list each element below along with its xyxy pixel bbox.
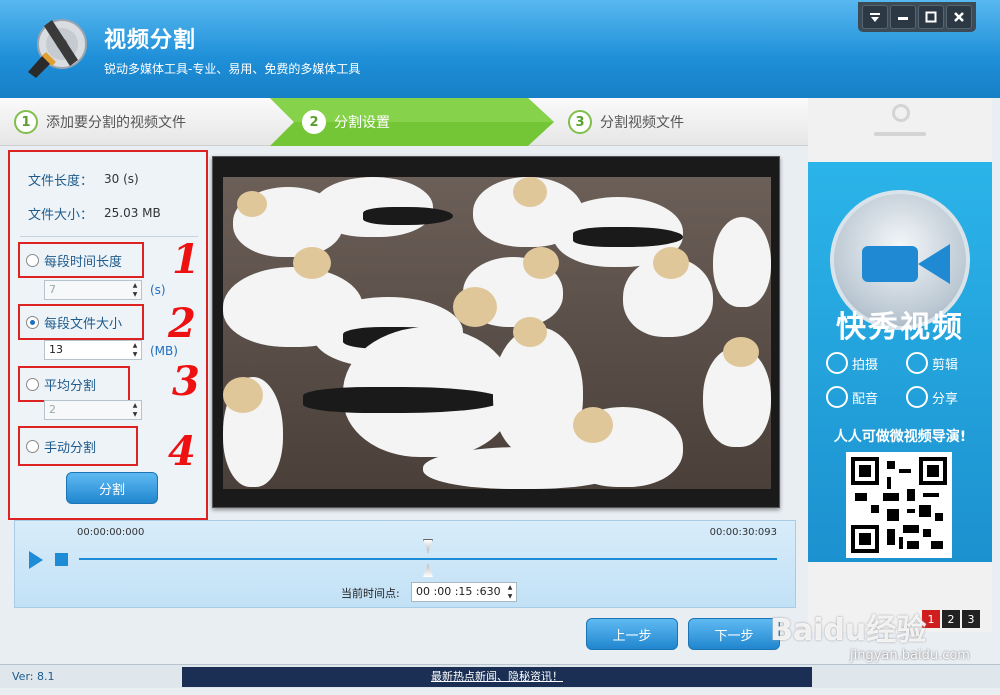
step-label: 分割视频文件 [600,115,684,131]
steps-bar: 1 添加要分割的视频文件 2 分割设置 3 分割视频文件 [0,98,808,146]
camera-icon [826,352,848,374]
radio-even-split[interactable]: 平均分割 [18,366,130,402]
radio-manual-split[interactable]: 手动分割 [18,426,138,466]
qr-code-icon [846,452,952,558]
step-number: 2 [302,110,326,134]
annotation-number: 4 [168,428,196,475]
file-size-stepper[interactable]: 13 ▲ ▼ [44,340,142,360]
news-link[interactable]: 最新热点新闻、隐秘资讯！ [182,667,812,687]
split-button[interactable]: 分割 [66,472,158,504]
ad-pagination: 1 2 3 [922,610,980,628]
even-split-stepper[interactable]: 2 ▲ ▼ [44,400,142,420]
annotation-number: 2 [168,300,196,347]
radio-icon [26,439,39,453]
current-time-label: 当前时间点: [341,587,400,600]
menu-icon[interactable] [862,5,888,29]
step-split-file[interactable]: 3 分割视频文件 [568,98,684,146]
ad-feature: 配音 [826,386,906,408]
ad-decor [874,132,926,136]
timeline-end-time: 00:00:30:093 [709,527,777,538]
ad-slogan: 人人可做微视频导演! [833,429,967,445]
ad-brand: 快秀视频 [836,310,964,345]
ad-feature: 剪辑 [906,352,986,374]
next-step-button[interactable]: 下一步 [688,618,780,650]
baidu-watermark-url: jingyan.baidu.com [850,648,970,663]
app-subtitle: 锐动多媒体工具-专业、易用、免费的多媒体工具 [104,62,361,76]
ad-top [808,98,992,162]
window-controls [858,2,976,32]
video-preview[interactable] [212,156,780,508]
minimize-icon[interactable] [890,5,916,29]
stepper-arrows-icon[interactable]: ▲ ▼ [129,281,141,299]
video-frame-image [223,177,771,489]
app-title: 视频分割 [104,28,197,53]
ad-page-3[interactable]: 3 [962,610,980,628]
option-label: 每段文件大小 [44,316,123,332]
option-label: 手动分割 [44,440,97,456]
status-bar: Ver: 8.1 最新热点新闻、隐秘资讯！ [0,664,1000,688]
option-label: 每段时间长度 [44,254,123,270]
step-add-file[interactable]: 1 添加要分割的视频文件 [14,98,186,146]
step-label: 添加要分割的视频文件 [46,115,186,131]
time-unit: (s) [150,283,166,297]
file-length-value: 30 (s) [104,172,139,186]
step-number: 1 [14,110,38,134]
version-label: Ver: 8.1 [12,670,55,683]
step-split-settings[interactable]: 2 分割设置 [302,98,390,146]
maximize-icon[interactable] [918,5,944,29]
annotation-number: 3 [172,358,200,405]
ad-page-2[interactable]: 2 [942,610,960,628]
step-number: 3 [568,110,592,134]
play-icon[interactable] [29,551,43,569]
baidu-watermark: Baidu经验 [770,613,927,648]
current-time-stepper[interactable]: 00 :00 :15 :630 ▲ ▼ [411,582,517,602]
ad-feature: 拍摄 [826,352,906,374]
radio-by-time[interactable]: 每段时间长度 [18,242,144,278]
ad-banner[interactable]: 快秀视频 拍摄 剪辑 配音 分享 人人可做微视频导演! [808,162,992,562]
radio-icon [26,315,39,329]
timeline-start-time: 00:00:00:000 [77,527,145,538]
stop-icon[interactable] [55,553,68,566]
file-size-label: 文件大小： [28,208,94,223]
timeline-track[interactable] [79,558,777,560]
stepper-arrows-icon[interactable]: ▲ ▼ [129,341,141,359]
annotation-number: 1 [172,236,200,283]
stepper-arrows-icon[interactable]: ▲ ▼ [129,401,141,419]
ad-feature: 分享 [906,386,986,408]
file-size-value: 25.03 MB [104,206,161,220]
title-bar: 视频分割 锐动多媒体工具-专业、易用、免费的多媒体工具 [0,0,1000,98]
prev-step-button[interactable]: 上一步 [586,618,678,650]
radio-icon [26,377,39,391]
scissors-icon [906,352,928,374]
radio-icon [26,253,39,267]
timeline-marker-bottom[interactable] [423,563,433,577]
radio-by-size[interactable]: 每段文件大小 [18,304,144,340]
stepper-arrows-icon[interactable]: ▲ ▼ [504,583,516,601]
microphone-icon [826,386,848,408]
app-logo-icon [22,14,90,82]
option-label: 平均分割 [44,378,97,394]
file-length-label: 文件长度： [28,174,94,189]
time-length-stepper[interactable]: 7 ▲ ▼ [44,280,142,300]
timeline-marker-top[interactable] [423,539,433,553]
ad-decor [892,104,910,122]
timeline-panel: 00:00:00:000 00:00:30:093 当前时间点: 00 :00 … [14,520,796,608]
close-icon[interactable] [946,5,972,29]
step-label: 分割设置 [334,115,390,131]
share-icon [906,386,928,408]
ad-features: 拍摄 剪辑 配音 分享 [826,352,986,408]
